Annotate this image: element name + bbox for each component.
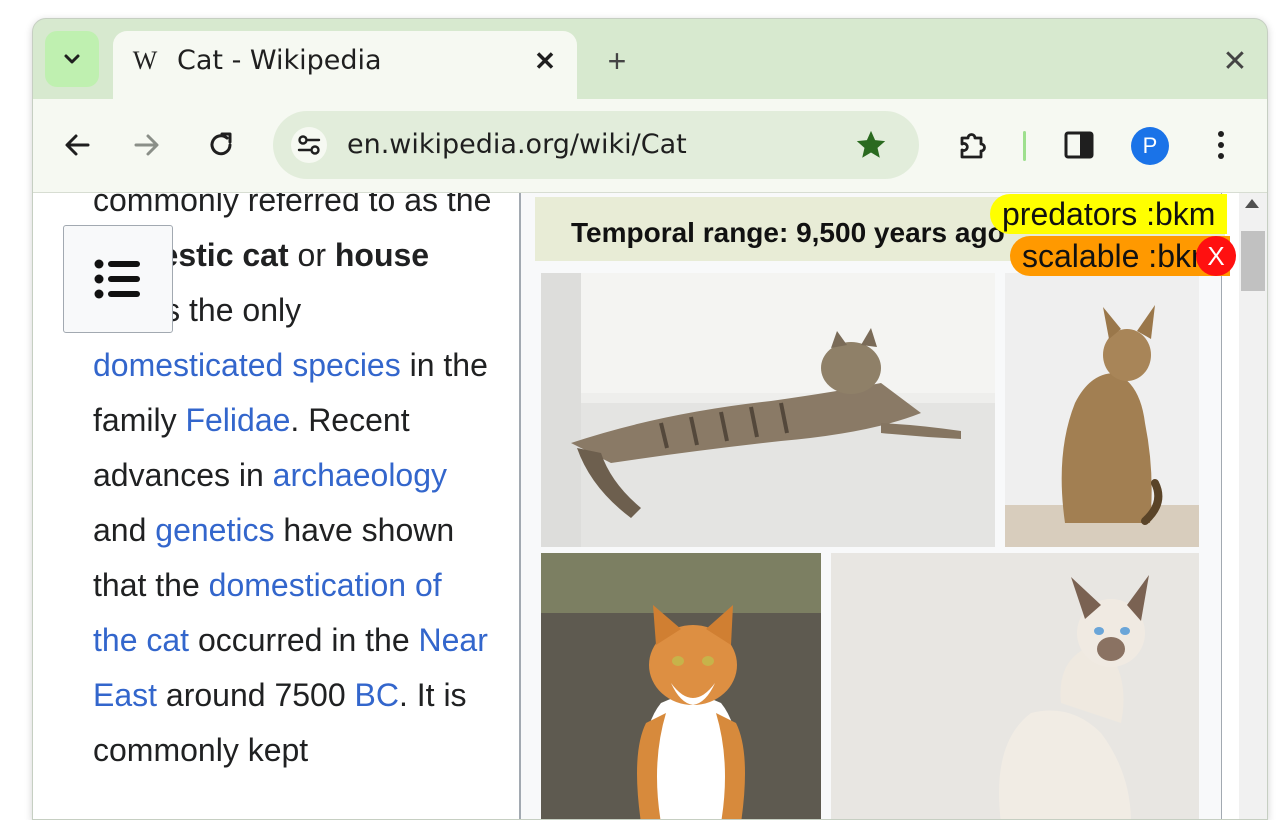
page-content: commonly referred to as the domestic cat… — [33, 193, 1267, 819]
article-text-run: and — [93, 512, 156, 548]
reload-icon — [210, 132, 232, 156]
address-bar[interactable]: en.wikipedia.org/wiki/Cat — [273, 111, 919, 179]
overlay-close-button[interactable]: X — [1196, 236, 1236, 276]
article-text-run: commonly referred to as — [93, 193, 447, 218]
overlay-tag-predators[interactable]: predators :bkm — [990, 194, 1228, 234]
wikipedia-favicon-icon: W — [132, 46, 158, 75]
table-of-contents-button[interactable] — [63, 225, 173, 333]
chevron-down-icon — [64, 54, 80, 64]
article-link[interactable]: genetics — [155, 512, 274, 548]
tab-search-button[interactable] — [45, 31, 99, 87]
article-link[interactable]: Felidae — [185, 402, 290, 438]
site-settings-icon[interactable] — [291, 127, 327, 163]
back-button[interactable] — [55, 123, 99, 167]
side-panel-button[interactable] — [1057, 123, 1101, 167]
list-icon — [94, 259, 140, 299]
article-link[interactable]: archaeology — [273, 457, 447, 493]
temporal-range-text: Temporal range: 9,500 years ago — [571, 217, 1005, 248]
arrow-right-icon — [134, 134, 159, 156]
reload-button[interactable] — [199, 123, 243, 167]
scroll-up-arrow-icon[interactable] — [1245, 199, 1259, 208]
menu-button[interactable] — [1199, 123, 1243, 167]
article-text-run: the — [446, 193, 492, 218]
side-panel-icon — [1064, 131, 1094, 159]
vertical-scrollbar[interactable] — [1239, 193, 1267, 819]
article-text-run: or — [288, 237, 335, 273]
article-link[interactable]: domesticated species — [93, 347, 401, 383]
scrollbar-thumb[interactable] — [1241, 231, 1265, 291]
forward-button[interactable] — [125, 123, 169, 167]
url-text[interactable]: en.wikipedia.org/wiki/Cat — [347, 129, 687, 160]
article-text-run: occurred in the — [189, 622, 419, 658]
article-text-run: around 7500 — [157, 677, 355, 713]
infobox: Temporal range: 9,500 years ago — [521, 193, 1225, 819]
close-window-button[interactable]: ✕ — [1215, 41, 1255, 81]
extensions-button[interactable] — [951, 123, 995, 167]
profile-avatar[interactable]: P — [1131, 127, 1169, 165]
tab-active[interactable]: W Cat - Wikipedia ✕ — [113, 31, 577, 99]
new-tab-button[interactable]: + — [597, 41, 637, 81]
tab-close-icon[interactable]: ✕ — [529, 45, 561, 77]
more-vert-icon — [1218, 131, 1224, 159]
arrow-left-icon — [65, 134, 90, 156]
puzzle-icon — [960, 133, 986, 159]
cat-photo-ginger[interactable] — [541, 553, 821, 819]
tab-strip: W Cat - Wikipedia ✕ + ✕ — [33, 19, 1267, 99]
toolbar: en.wikipedia.org/wiki/Cat P — [33, 99, 1267, 193]
cat-photo-siamese[interactable] — [831, 553, 1199, 819]
article-link[interactable]: BC — [355, 677, 399, 713]
browser-window: W Cat - Wikipedia ✕ + ✕ en.wikipedia.org… — [32, 18, 1268, 820]
cat-photo-tabby[interactable] — [541, 273, 995, 547]
bookmark-star-icon[interactable] — [851, 125, 891, 165]
cat-photo-abyssinian[interactable] — [1005, 273, 1199, 547]
tab-title: Cat - Wikipedia — [177, 45, 382, 76]
toolbar-divider — [1023, 131, 1026, 161]
